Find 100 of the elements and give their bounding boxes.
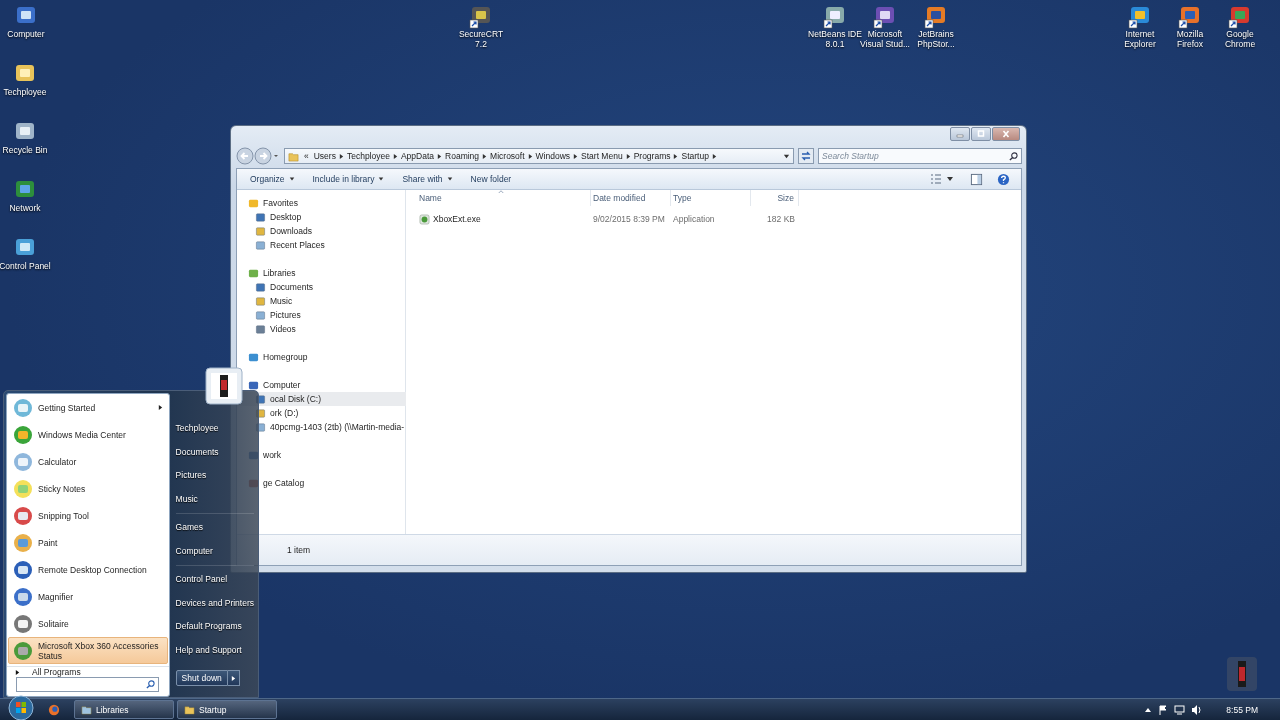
- nav-item[interactable]: Homegroup: [237, 350, 406, 364]
- all-programs-label: All Programs: [32, 667, 81, 677]
- breadcrumb-item[interactable]: Startup: [681, 151, 709, 161]
- program-item[interactable]: Solitaire: [8, 610, 168, 637]
- chevron-icon[interactable]: [482, 152, 488, 160]
- minimize-button[interactable]: [950, 127, 970, 141]
- start-menu-link[interactable]: Default Programs: [175, 615, 254, 639]
- overflow-mark[interactable]: «: [302, 151, 311, 161]
- start-menu-link[interactable]: Pictures: [175, 464, 254, 488]
- nav-item[interactable]: Downloads: [237, 224, 406, 238]
- start-menu-link[interactable]: Devices and Printers: [175, 591, 254, 615]
- nav-item[interactable]: Libraries: [237, 266, 406, 280]
- arrow-icon[interactable]: [230, 674, 236, 682]
- start-menu-link[interactable]: Computer: [175, 539, 254, 563]
- chevron-icon[interactable]: [573, 152, 579, 160]
- folder-icon[interactable]: [184, 704, 195, 715]
- table-cell-text: Application: [672, 214, 716, 224]
- nav-item[interactable]: Documents: [237, 280, 406, 294]
- toolbar-button[interactable]: Share with: [395, 172, 460, 186]
- breadcrumb-item[interactable]: Microsoft: [490, 151, 525, 161]
- clock[interactable]: 8:55 PM: [1226, 704, 1258, 715]
- chevron-icon[interactable]: [392, 152, 398, 160]
- refresh-icon[interactable]: [798, 148, 814, 164]
- program-item[interactable]: Snipping Tool: [8, 502, 168, 529]
- taskbar-button[interactable]: Libraries: [74, 700, 174, 719]
- toolbar-button[interactable]: Include in library: [305, 172, 392, 186]
- column-header[interactable]: Size: [751, 190, 799, 206]
- chevron-icon[interactable]: [437, 152, 443, 160]
- search-field[interactable]: Search Startup: [818, 148, 1022, 164]
- program-item[interactable]: Windows Media Center: [8, 421, 168, 448]
- table-cell-text: 9/02/2015 8:39 PM: [592, 214, 666, 224]
- start-menu-link[interactable]: Games: [175, 516, 254, 540]
- start-button[interactable]: [8, 694, 34, 720]
- toolbar-button[interactable]: Organize: [243, 172, 302, 186]
- chevron-icon[interactable]: [673, 152, 679, 160]
- breadcrumb-item[interactable]: Windows: [535, 151, 571, 161]
- help-icon[interactable]: [997, 172, 1010, 186]
- start-menu-link[interactable]: Documents: [175, 440, 254, 464]
- caret-icon[interactable]: [378, 176, 385, 182]
- nav-icon: [255, 239, 266, 251]
- breadcrumb-item[interactable]: Start Menu: [581, 151, 623, 161]
- folder-icon[interactable]: [81, 704, 92, 715]
- caret-icon[interactable]: [288, 176, 295, 182]
- nav-label: 40pcmg-1403 (2tb) (\\Martin-media-: [270, 422, 405, 432]
- nav-item[interactable]: Desktop: [237, 210, 406, 224]
- chevron-icon[interactable]: [527, 152, 533, 160]
- program-item[interactable]: Sticky Notes: [8, 475, 168, 502]
- taskbar-button[interactable]: Startup: [177, 700, 277, 719]
- address-bar[interactable]: « Users Techployee AppData Roaming Microsoft Windows Start Menu Programs Startup: [284, 148, 794, 164]
- caret-icon[interactable]: [446, 176, 453, 182]
- program-item[interactable]: Magnifier: [8, 583, 168, 610]
- nav-icon: [255, 211, 266, 223]
- nav-label: Homegroup: [263, 352, 308, 362]
- folder-icon: [288, 150, 299, 162]
- program-item[interactable]: Paint: [8, 529, 168, 556]
- icon-label: SecureCRT 7.2: [458, 29, 504, 49]
- column-header[interactable]: Type: [671, 190, 751, 206]
- nav-item[interactable]: Videos: [237, 322, 406, 336]
- toolbar-button[interactable]: New folder: [463, 172, 519, 186]
- start-menu-link[interactable]: Music: [175, 487, 254, 511]
- chevron-icon[interactable]: [625, 152, 631, 160]
- breadcrumb-item[interactable]: Programs: [633, 151, 671, 161]
- program-label: Paint: [38, 537, 59, 548]
- breadcrumb-item[interactable]: Techployee: [346, 151, 390, 161]
- gadget-icon[interactable]: [1225, 655, 1259, 693]
- nav-item[interactable]: Recent Places: [237, 238, 406, 252]
- start-search-field[interactable]: [16, 677, 159, 692]
- column-header[interactable]: Date modified: [591, 190, 671, 206]
- start-menu-link[interactable]: Techployee: [175, 417, 254, 441]
- shut-down-button[interactable]: Shut down: [175, 670, 228, 686]
- search-icon[interactable]: [1009, 152, 1018, 161]
- program-item[interactable]: Calculator: [8, 448, 168, 475]
- close-button[interactable]: [992, 127, 1020, 141]
- dropdown-caret-icon[interactable]: [783, 152, 790, 160]
- nav-label: work: [263, 450, 281, 460]
- browser-icon[interactable]: [48, 703, 60, 716]
- nav-item[interactable]: Favorites: [237, 196, 406, 210]
- chevron-icon[interactable]: [711, 152, 717, 160]
- start-menu-link[interactable]: Help and Support: [175, 638, 254, 662]
- start-menu-link[interactable]: Control Panel: [175, 568, 254, 592]
- breadcrumb-item[interactable]: Roaming: [445, 151, 480, 161]
- icon-label: Recycle Bin: [2, 145, 48, 155]
- close-icon[interactable]: [1001, 130, 1011, 138]
- nav-item[interactable]: Music: [237, 294, 406, 308]
- preview-pane-icon[interactable]: [970, 172, 983, 186]
- program-item[interactable]: Remote Desktop Connection: [8, 556, 168, 583]
- nav-icon: [255, 295, 266, 307]
- program-label: Remote Desktop Connection: [38, 564, 148, 575]
- breadcrumb-item[interactable]: Users: [313, 151, 336, 161]
- nav-item[interactable]: Pictures: [237, 308, 406, 322]
- chevron-icon[interactable]: [338, 152, 344, 160]
- view-options-icon[interactable]: [929, 172, 955, 186]
- program-item[interactable]: Microsoft Xbox 360 Accessories Status: [8, 637, 168, 664]
- program-item[interactable]: Getting Started: [8, 394, 168, 421]
- back-forward-buttons[interactable]: [236, 147, 280, 165]
- breadcrumb-item[interactable]: AppData: [400, 151, 435, 161]
- table-cell[interactable]: XboxExt.exe: [433, 214, 481, 224]
- search-icon[interactable]: [145, 680, 155, 689]
- maximize-button[interactable]: [971, 127, 991, 141]
- column-header[interactable]: Name: [417, 190, 591, 206]
